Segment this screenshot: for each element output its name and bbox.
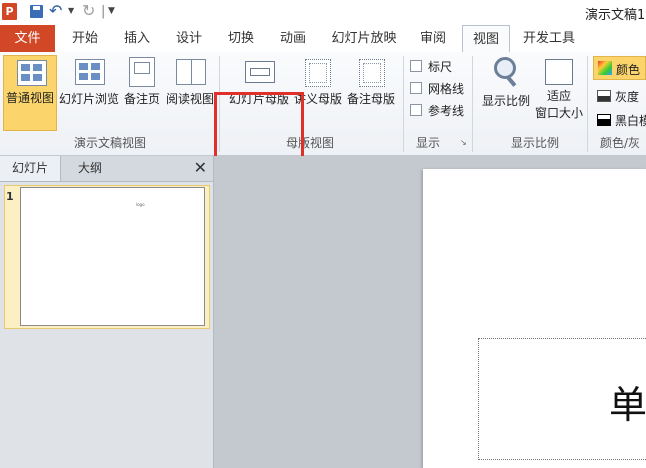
color-button[interactable]: 颜色: [593, 56, 646, 80]
gridlines-checkbox[interactable]: 网格线: [410, 80, 464, 97]
slides-pane: 幻灯片 大纲 ✕ 1 logo: [0, 156, 214, 468]
ruler-checkbox[interactable]: 标尺: [410, 58, 452, 75]
save-icon[interactable]: [30, 5, 43, 18]
black-white-button[interactable]: 黑白模: [597, 110, 646, 130]
tab-insert[interactable]: 插入: [112, 25, 162, 52]
dialog-launcher-icon[interactable]: ↘: [460, 138, 467, 147]
fit-to-window-button[interactable]: 适应 窗口大小: [533, 55, 585, 127]
slide-text: 单: [609, 383, 646, 427]
fit-to-window-icon: [545, 59, 573, 85]
group-label-presentation-views: 演示文稿视图: [73, 136, 146, 150]
slide-master-icon: [245, 61, 275, 83]
tab-animations[interactable]: 动画: [268, 25, 318, 52]
customize-qat-icon[interactable]: ▼: [108, 6, 115, 16]
grayscale-button[interactable]: 灰度: [597, 86, 646, 106]
notes-master-button[interactable]: 备注母版: [345, 55, 397, 107]
tab-file[interactable]: 文件: [0, 25, 55, 52]
qat-separator: |: [101, 4, 106, 19]
tab-outline[interactable]: 大纲: [61, 156, 119, 181]
ribbon-tab-bar: 文件 开始 插入 设计 切换 动画 幻灯片放映 审阅 视图 开发工具: [0, 25, 646, 54]
group-separator: [472, 56, 473, 152]
group-label-show: 显示: [415, 136, 440, 150]
black-white-icon: [597, 114, 611, 126]
grayscale-icon: [597, 90, 611, 102]
title-bar: P ↶ ▼ ↻ | ▼ 演示文稿1: [0, 0, 646, 25]
notes-master-icon: [359, 59, 385, 87]
notes-page-button[interactable]: 备注页: [121, 55, 163, 107]
zoom-button[interactable]: 显示比例: [478, 55, 534, 111]
tab-slides[interactable]: 幻灯片: [0, 156, 61, 181]
tab-transitions[interactable]: 切换: [216, 25, 266, 52]
powerpoint-app-icon[interactable]: P: [2, 3, 17, 20]
handout-master-icon: [305, 59, 331, 87]
slide-sorter-button[interactable]: 幻灯片浏览: [58, 55, 120, 107]
group-separator: [403, 56, 404, 152]
window-title: 演示文稿1: [585, 8, 646, 23]
group-label-color: 颜色/灰: [600, 136, 641, 150]
slide-page[interactable]: 单: [423, 169, 646, 468]
thumbnail-text: logo: [136, 202, 145, 207]
magnifier-icon: [494, 57, 516, 79]
tab-slideshow[interactable]: 幻灯片放映: [322, 25, 406, 52]
normal-view-button[interactable]: 普通视图: [3, 55, 57, 131]
tab-review[interactable]: 审阅: [408, 25, 458, 52]
tab-view[interactable]: 视图: [462, 25, 510, 54]
undo-dropdown-icon[interactable]: ▼: [68, 6, 74, 15]
slide-sorter-icon: [75, 59, 105, 85]
slide-number: 1: [6, 190, 14, 203]
tab-design[interactable]: 设计: [164, 25, 214, 52]
normal-view-icon: [17, 60, 47, 86]
notes-page-icon: [129, 57, 155, 87]
reading-view-button[interactable]: 阅读视图: [164, 55, 216, 107]
close-icon[interactable]: ✕: [194, 158, 207, 177]
slide-thumbnail[interactable]: logo: [20, 187, 205, 326]
reading-view-icon: [176, 59, 206, 85]
undo-icon[interactable]: ↶: [49, 1, 62, 20]
tab-home[interactable]: 开始: [60, 25, 110, 52]
ribbon-view: 普通视图 幻灯片浏览 备注页 阅读视图 演示文稿视图 幻灯片母版 讲义母版 备注…: [0, 52, 646, 176]
group-label-zoom: 显示比例: [510, 136, 559, 150]
color-swatch-icon: [598, 61, 612, 75]
tab-developer[interactable]: 开发工具: [512, 25, 586, 52]
redo-icon[interactable]: ↻: [82, 1, 95, 20]
group-separator: [587, 56, 588, 152]
pane-tabs: 幻灯片 大纲 ✕: [0, 156, 213, 182]
slide-canvas: 单: [214, 156, 646, 468]
guides-checkbox[interactable]: 参考线: [410, 102, 464, 119]
